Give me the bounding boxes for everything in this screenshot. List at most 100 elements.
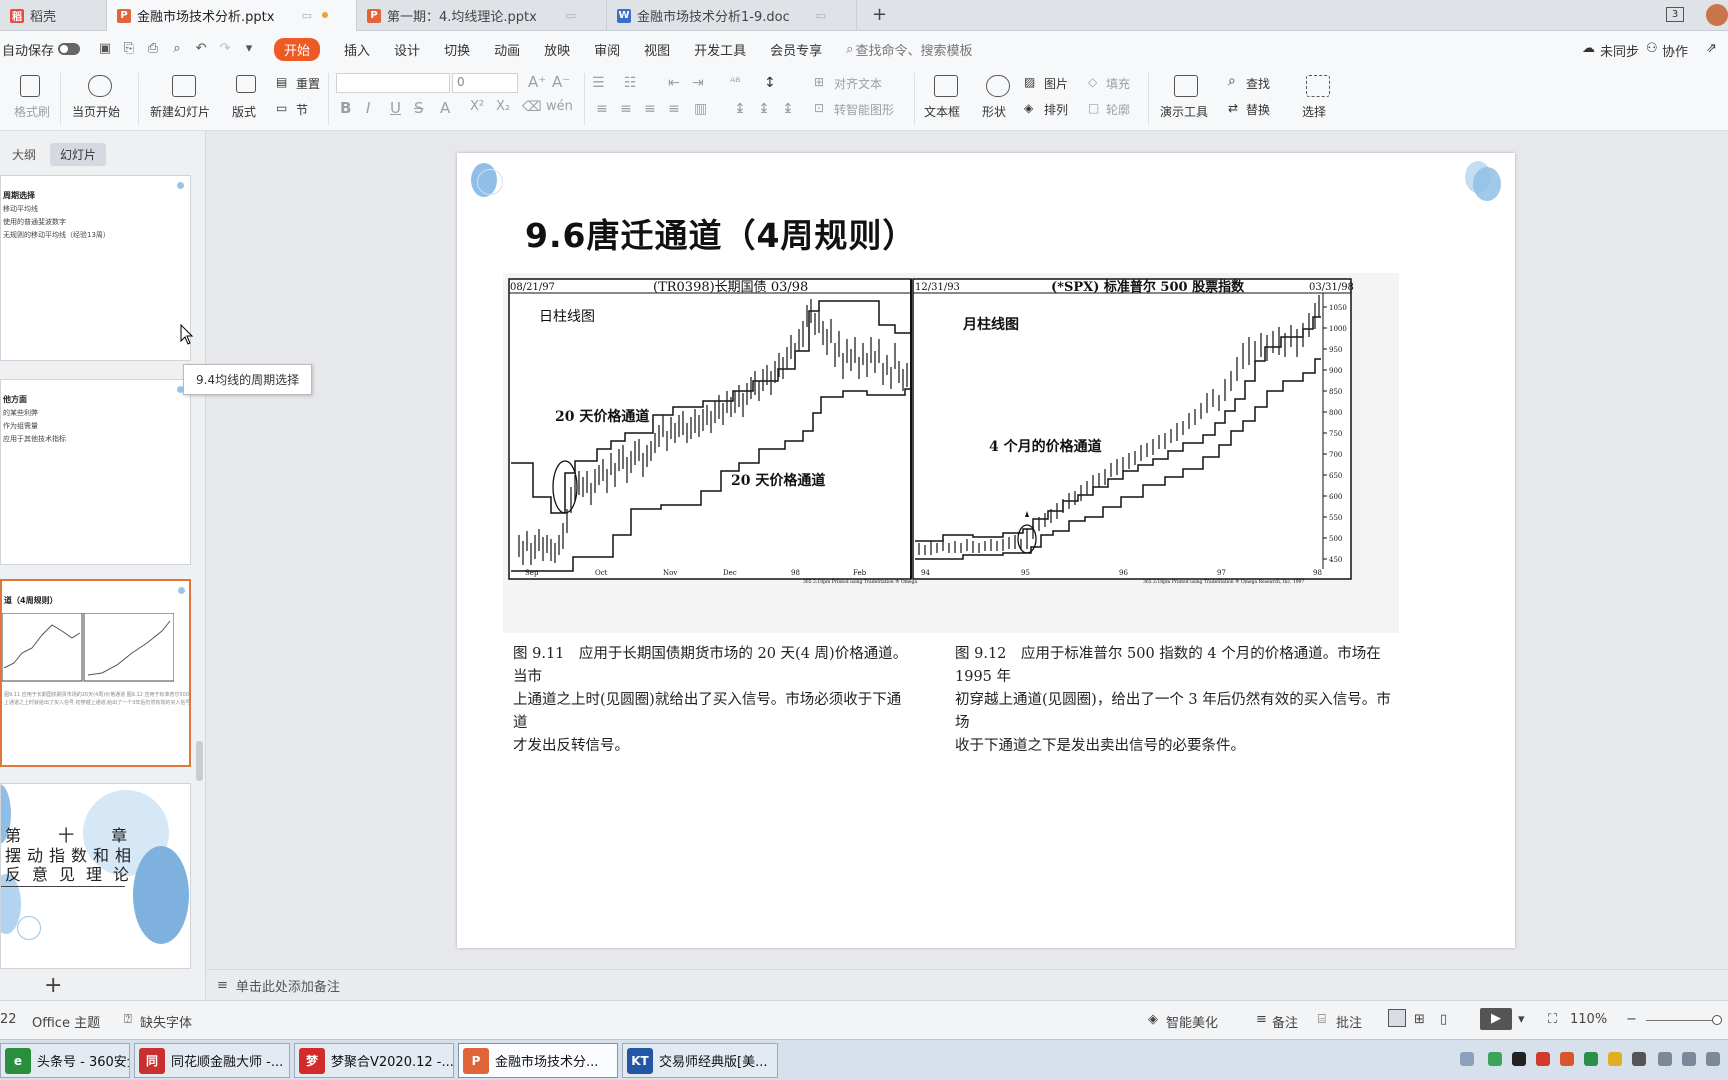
redo-icon[interactable]: ↷ [218,42,232,56]
new-slide-button[interactable]: 新建幻灯片 [150,103,210,120]
menu-insert[interactable]: 插入 [344,40,370,59]
shape-button[interactable]: 形状 [982,103,1006,120]
share-icon[interactable]: ⎘ [122,42,136,56]
para-spacing-icon[interactable]: ↨ [758,101,770,117]
chart-image[interactable]: 08/21/97 (TR0398)长期国债 03/98 日柱线图 20 天价格通… [503,273,1399,633]
tray-wechat-icon[interactable] [1488,1052,1502,1066]
avatar[interactable] [1706,4,1728,26]
missing-font-button[interactable]: 缺失字体 [140,1012,192,1031]
thumbnail-scrollbar[interactable] [196,741,203,781]
align-right-icon[interactable]: ≡ [644,101,656,117]
tab-pptx-2[interactable]: P 第一期：4.均线理论.pptx ▭ [357,0,607,31]
menu-developer[interactable]: 开发工具 [694,40,746,59]
numbering-icon[interactable]: ☷ [624,75,637,91]
slide-thumbnail-4[interactable]: 第 十 章 摆动指数和相 反意见理论 [0,783,191,969]
justify-icon[interactable]: ≡ [668,101,680,117]
italic-icon[interactable]: I [366,99,370,117]
chevron-down-icon[interactable]: ▾ [242,42,256,56]
align-text-button[interactable]: 对齐文本 [834,75,882,92]
picture-button[interactable]: 图片 [1044,75,1068,92]
menu-review[interactable]: 审阅 [594,40,620,59]
subscript-icon[interactable]: X₂ [496,99,510,114]
sync-status[interactable]: 未同步 [1600,41,1639,60]
menu-animation[interactable]: 动画 [494,40,520,59]
tab-slides[interactable]: 幻灯片 [50,143,107,166]
command-search-input[interactable]: 查找命令、搜索模板 [855,40,972,59]
line-spacing-icon[interactable]: ↨ [734,101,746,117]
font-size-select[interactable]: 0 [452,73,518,93]
tray-input-icon[interactable] [1706,1052,1720,1066]
autosave-toggle[interactable] [58,43,81,55]
tab-device-icon[interactable]: ▭ [566,9,576,22]
align-center-icon[interactable]: ≡ [620,101,632,117]
outline-button[interactable]: 轮廓 [1106,101,1130,118]
beautify-button[interactable]: 智能美化 [1166,1012,1218,1031]
shrink-font-icon[interactable]: A⁻ [552,73,570,91]
fill-button[interactable]: 填充 [1106,75,1130,92]
zoom-slider-handle[interactable] [1712,1015,1722,1025]
bullets-icon[interactable]: ☰ [592,75,605,91]
layout-button[interactable]: 版式 [232,103,256,120]
zoom-slider[interactable] [1646,1020,1722,1021]
taskbar-item-trader[interactable]: KT 交易师经典版[美... [622,1043,778,1078]
taskbar-item-mengjuhe[interactable]: 梦 梦聚合V2020.12 -... [294,1043,454,1078]
menu-design[interactable]: 设计 [394,40,420,59]
tray-qq-icon[interactable] [1512,1052,1526,1066]
slide-thumbnail-1[interactable]: 周期选择 移动平均线 使用的普通斐波数字 无规则的移动平均线（经验13周） [0,175,191,361]
window-count-badge[interactable]: 3 [1666,7,1684,22]
phonetic-icon[interactable]: wén [546,99,573,114]
tray-360-icon[interactable] [1608,1052,1622,1066]
spacing-icon[interactable]: ↨ [782,101,794,117]
slide-canvas[interactable]: 9.6唐迁通道（4周规则） 08/21/97 (TR0398)长期国债 03/9… [457,153,1515,948]
share-icon[interactable]: ⇗ [1706,41,1717,56]
present-tools-button[interactable]: 演示工具 [1160,103,1208,120]
notes-placeholder[interactable]: 单击此处添加备注 [236,976,340,995]
add-slide-button[interactable]: + [44,973,62,998]
print-icon[interactable]: ⎙ [146,42,160,56]
taskbar-item-wps[interactable]: P 金融市场技术分... [458,1043,618,1078]
menu-member[interactable]: 会员专享 [770,40,822,59]
indent-increase-icon[interactable]: ⇥ [692,75,704,91]
zoom-out-button[interactable]: − [1626,1012,1637,1027]
normal-view-icon[interactable] [1388,1009,1406,1027]
from-current-button[interactable]: 当页开始 [72,103,120,120]
theme-name[interactable]: Office 主题 [32,1012,100,1031]
text-direction-icon[interactable]: ᴬᴮ [730,75,740,89]
slide-thumbnail-2[interactable]: 他方面 的某些利弊 作为组需量 应用于其他技术指标 [0,379,191,565]
align-left-icon[interactable]: ≡ [596,101,608,117]
replace-button[interactable]: 替换 [1246,101,1270,118]
tray-kt-icon[interactable] [1632,1052,1646,1066]
sort-icon[interactable]: ↕ [764,75,776,91]
preview-icon[interactable]: ⌕ [170,42,184,56]
play-slideshow-button[interactable]: ▶ [1480,1008,1512,1030]
tab-device-icon[interactable]: ▭ [816,9,826,22]
tab-device-icon[interactable]: ▭ [302,9,312,22]
select-button[interactable]: 选择 [1302,103,1326,120]
notes-pane[interactable]: ≡ 单击此处添加备注 [207,969,1728,1000]
textbox-button[interactable]: 文本框 [924,103,960,120]
tray-app-icon[interactable] [1560,1052,1574,1066]
indent-decrease-icon[interactable]: ⇤ [668,75,680,91]
menu-transition[interactable]: 切换 [444,40,470,59]
collab-button[interactable]: 协作 [1662,41,1688,60]
font-family-select[interactable] [336,73,450,93]
tab-docer[interactable]: 稻 稻壳 [0,0,107,31]
reset-button[interactable]: 重置 [296,75,320,92]
grow-font-icon[interactable]: A⁺ [528,73,546,91]
zoom-level[interactable]: 110% [1570,1012,1607,1027]
slide-thumbnail-3-selected[interactable]: 道（4周规则） 图9.11 应用于长期国债期货市场的20天(4周)价格通道 图9… [0,579,191,767]
tray-volume-icon[interactable] [1658,1052,1672,1066]
grid-view-icon[interactable]: ⊞ [1414,1012,1425,1027]
notes-toggle-button[interactable]: 备注 [1272,1012,1298,1031]
find-button[interactable]: 查找 [1246,75,1270,92]
reading-view-icon[interactable]: ▯ [1440,1012,1447,1027]
menu-home[interactable]: 开始 [274,37,321,61]
tray-language-icon[interactable] [1460,1052,1474,1066]
caption-left[interactable]: 图 9.11 应用于长期国债期货市场的 20 天(4 周)价格通道。当市 上通道… [513,643,913,758]
smartart-button[interactable]: 转智能图形 [834,101,894,118]
tab-doc[interactable]: W 金融市场技术分析1-9.doc ▭ [607,0,857,31]
slide-title[interactable]: 9.6唐迁通道（4周规则） [525,209,916,257]
tab-active-pptx[interactable]: P 金融市场技术分析.pptx ▭ [107,0,357,31]
eraser-icon[interactable]: ⌫ [522,99,542,115]
tray-security-icon[interactable] [1584,1052,1598,1066]
